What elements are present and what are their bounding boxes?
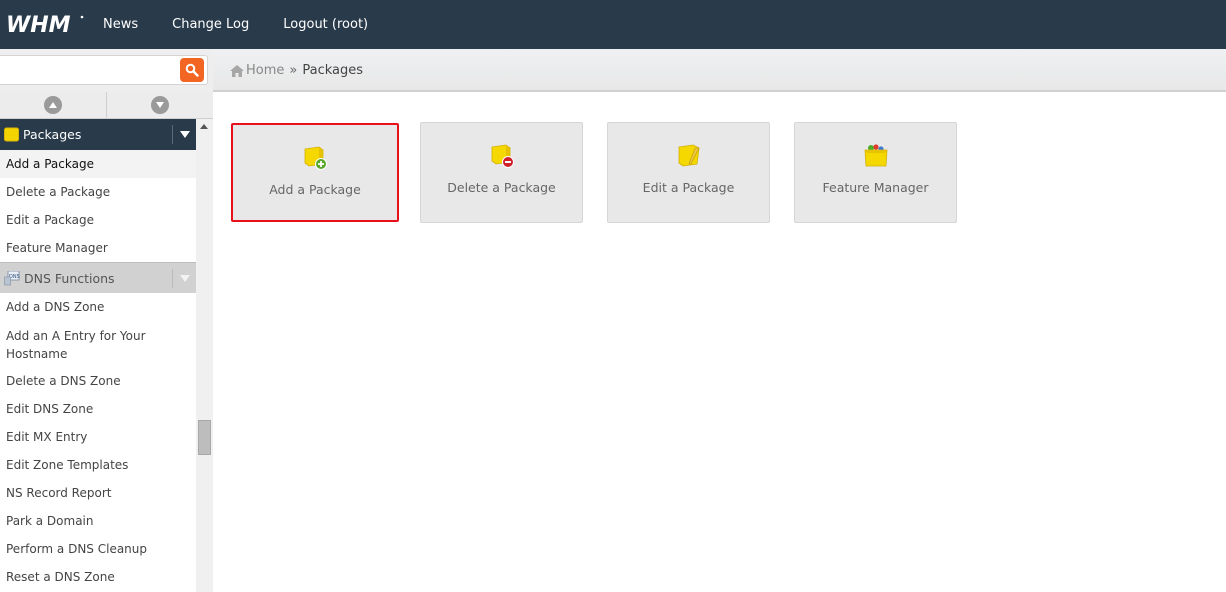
search-icon <box>185 63 199 77</box>
sidebar-item-delete-dns-zone[interactable]: Delete a DNS Zone <box>0 367 196 395</box>
breadcrumb-separator: » <box>289 63 298 78</box>
sidebar-scrollbar-track[interactable] <box>196 119 213 592</box>
sidebar-item-edit-package[interactable]: Edit a Package <box>0 206 196 234</box>
tile-label: Feature Manager <box>822 180 929 195</box>
tile-feature-manager[interactable]: Feature Manager <box>794 122 957 223</box>
search-button[interactable] <box>180 58 204 82</box>
breadcrumb-home-label: Home <box>246 63 285 78</box>
sidebar-category-dns-functions[interactable]: DNS DNS Functions <box>0 262 196 293</box>
sidebar-scroll-up-button[interactable] <box>0 92 107 118</box>
tile-add-package[interactable]: Add a Package <box>231 123 399 222</box>
tile-edit-package[interactable]: Edit a Package <box>607 122 770 223</box>
package-delete-icon <box>491 144 514 168</box>
nav-news-link[interactable]: News <box>103 17 138 32</box>
sidebar-scroll-down-button[interactable] <box>107 92 213 118</box>
dns-icon: DNS <box>4 270 20 285</box>
breadcrumb-current: Packages <box>302 63 364 78</box>
sidebar-item-add-dns-zone[interactable]: Add a DNS Zone <box>0 293 196 321</box>
package-icon <box>4 127 19 142</box>
sidebar-item-add-package[interactable]: Add a Package <box>0 150 196 178</box>
tile-delete-package[interactable]: Delete a Package <box>420 122 583 223</box>
top-navigation-bar: WHM News Change Log Logout (root) <box>0 0 1226 49</box>
arrow-down-icon <box>151 96 169 114</box>
tile-label: Edit a Package <box>642 180 735 195</box>
sidebar-item-reset-dns-zone[interactable]: Reset a DNS Zone <box>0 563 196 591</box>
collapse-toggle[interactable] <box>172 269 196 288</box>
sidebar-item-edit-zone-templates[interactable]: Edit Zone Templates <box>0 451 196 479</box>
sidebar-item-edit-mx-entry[interactable]: Edit MX Entry <box>0 423 196 451</box>
feature-manager-icon <box>864 144 887 167</box>
sidebar-search-input[interactable] <box>0 55 208 85</box>
tile-label: Delete a Package <box>447 180 556 195</box>
sidebar-category-label: DNS Functions <box>24 270 115 286</box>
breadcrumb-bar: Home » Packages <box>213 49 1226 92</box>
sidebar: Packages Add a Package Delete a Package … <box>0 119 196 592</box>
breadcrumb: Home » Packages <box>230 49 363 92</box>
top-nav: News Change Log Logout (root) <box>103 0 402 49</box>
sidebar-scroll-controls <box>0 92 213 119</box>
scrollbar-up-arrow[interactable] <box>200 124 208 129</box>
nav-logout-link[interactable]: Logout (root) <box>283 17 368 32</box>
sidebar-category-label: Packages <box>23 127 82 142</box>
sidebar-item-edit-dns-zone[interactable]: Edit DNS Zone <box>0 395 196 423</box>
sidebar-search-area <box>0 49 213 92</box>
arrow-up-icon <box>44 96 62 114</box>
package-add-icon <box>304 146 327 170</box>
sidebar-item-delete-package[interactable]: Delete a Package <box>0 178 196 206</box>
svg-text:WHM: WHM <box>6 13 71 36</box>
caret-down-icon <box>179 275 190 282</box>
sidebar-category-packages[interactable]: Packages <box>0 119 196 150</box>
package-edit-icon <box>678 144 699 167</box>
sidebar-item-park-domain[interactable]: Park a Domain <box>0 507 196 535</box>
tile-label: Add a Package <box>269 182 361 197</box>
breadcrumb-home-link[interactable]: Home <box>230 63 284 78</box>
sidebar-item-ns-record-report[interactable]: NS Record Report <box>0 479 196 507</box>
whm-logo[interactable]: WHM <box>6 12 86 36</box>
sidebar-item-feature-manager[interactable]: Feature Manager <box>0 234 196 262</box>
caret-down-icon <box>179 131 190 138</box>
sidebar-item-add-a-entry[interactable]: Add an A Entry for Your Hostname <box>0 321 196 367</box>
sidebar-scrollbar-thumb[interactable] <box>198 420 211 455</box>
home-icon <box>230 64 244 77</box>
sidebar-item-dns-cleanup[interactable]: Perform a DNS Cleanup <box>0 535 196 563</box>
nav-change-log-link[interactable]: Change Log <box>172 17 249 32</box>
collapse-toggle[interactable] <box>172 125 196 144</box>
